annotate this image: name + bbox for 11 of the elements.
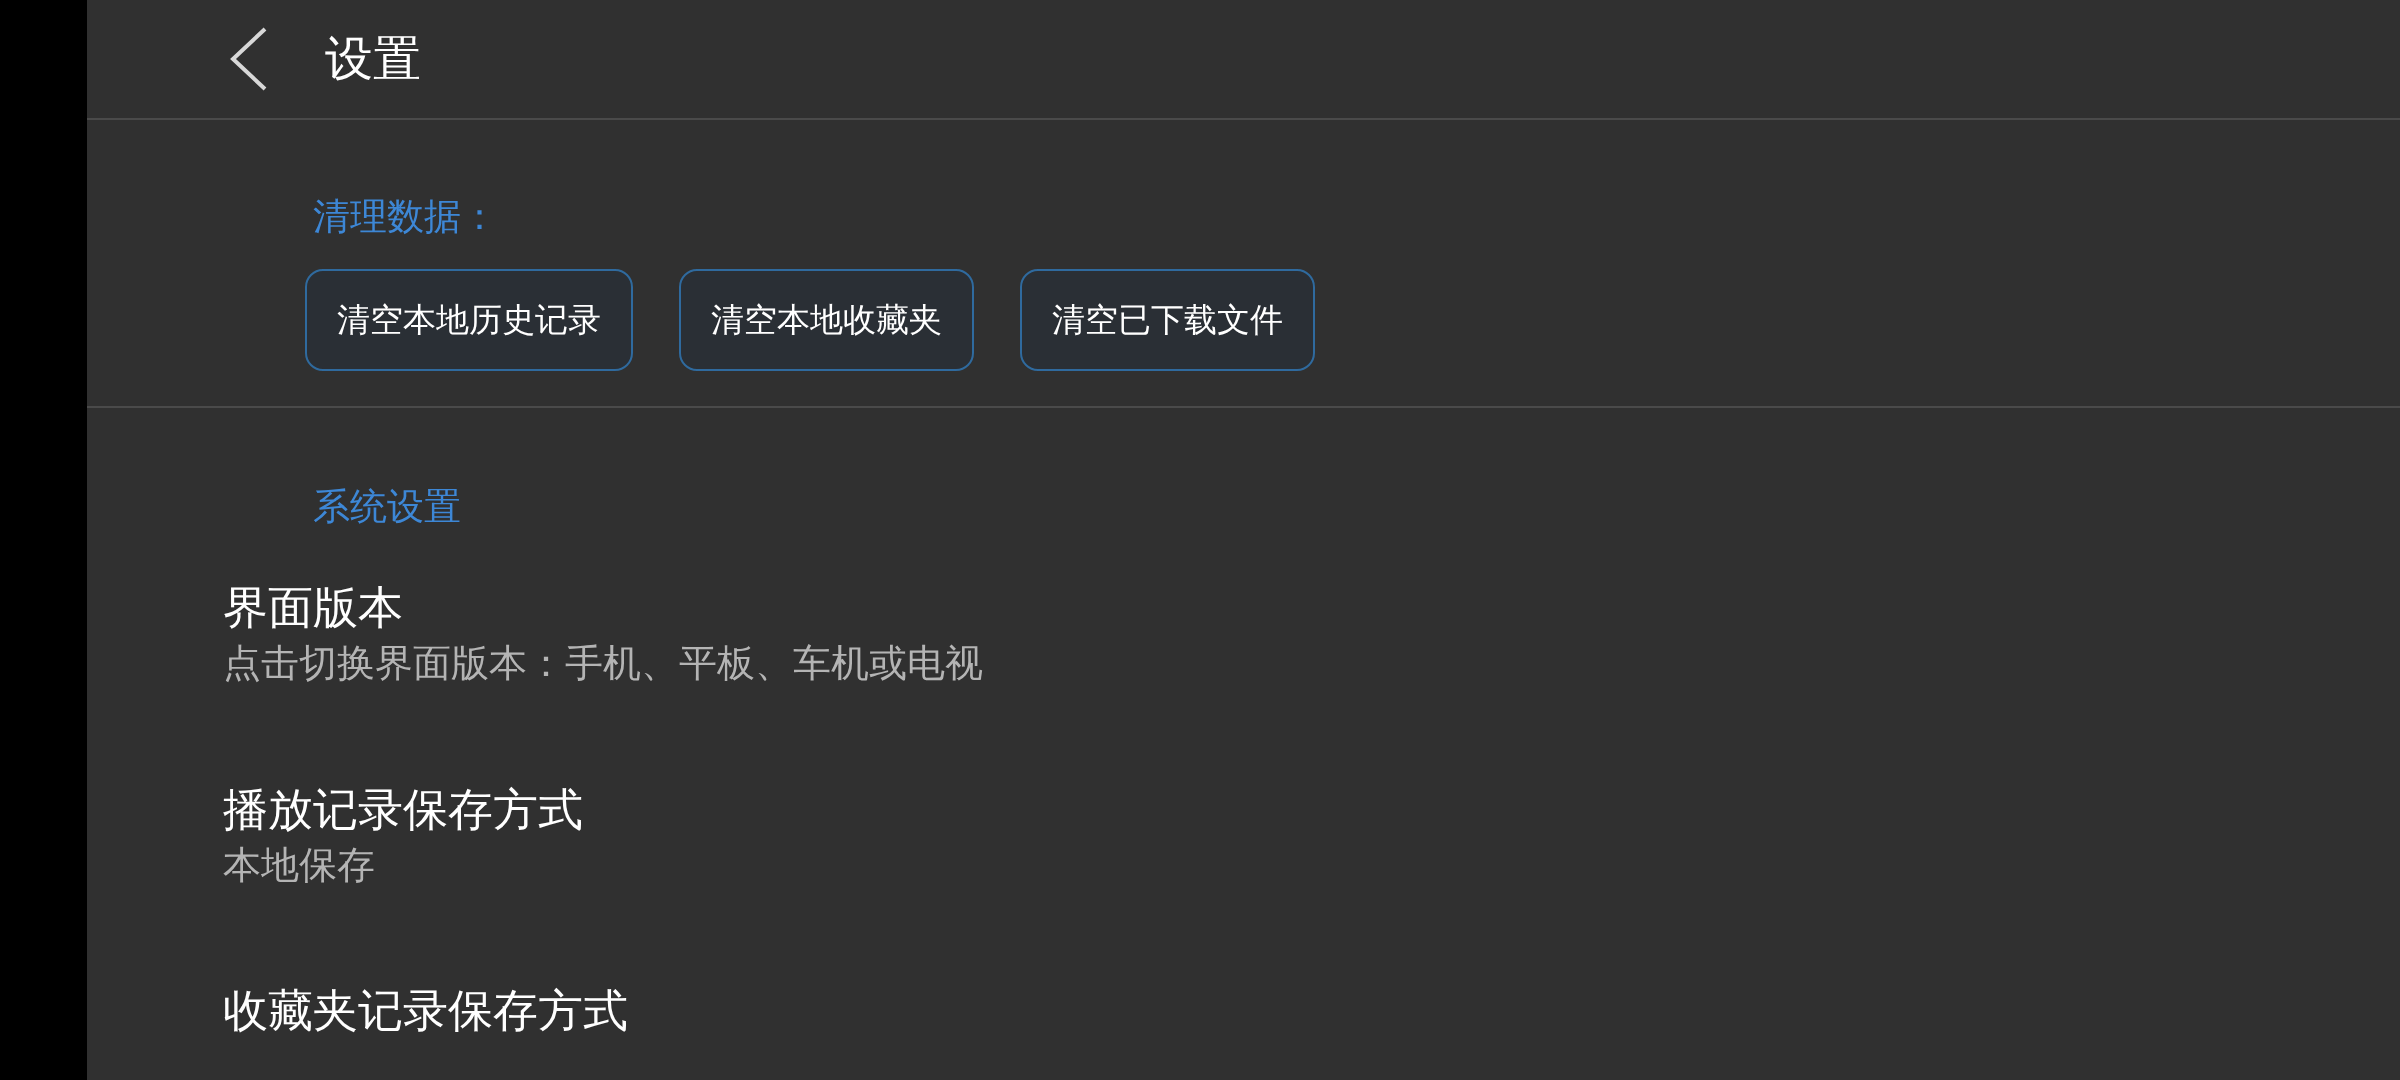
clear-button[interactable]: 清空本地历史记录: [305, 269, 633, 371]
section-heading: 清理数据：: [313, 198, 498, 235]
setting-title[interactable]: 播放记录保存方式: [223, 782, 583, 837]
setting-description: 点击切换界面版本：手机、平板、车机或电视: [223, 641, 983, 686]
clear-button[interactable]: 清空本地收藏夹: [679, 269, 974, 371]
section-heading: 系统设置: [313, 488, 461, 525]
clear-button[interactable]: 清空已下载文件: [1020, 269, 1315, 371]
setting-title[interactable]: 收藏夹记录保存方式: [223, 984, 628, 1039]
setting-title[interactable]: 界面版本: [223, 581, 403, 635]
page-title: 设置: [325, 35, 421, 83]
setting-description: 本地保存: [223, 842, 375, 888]
